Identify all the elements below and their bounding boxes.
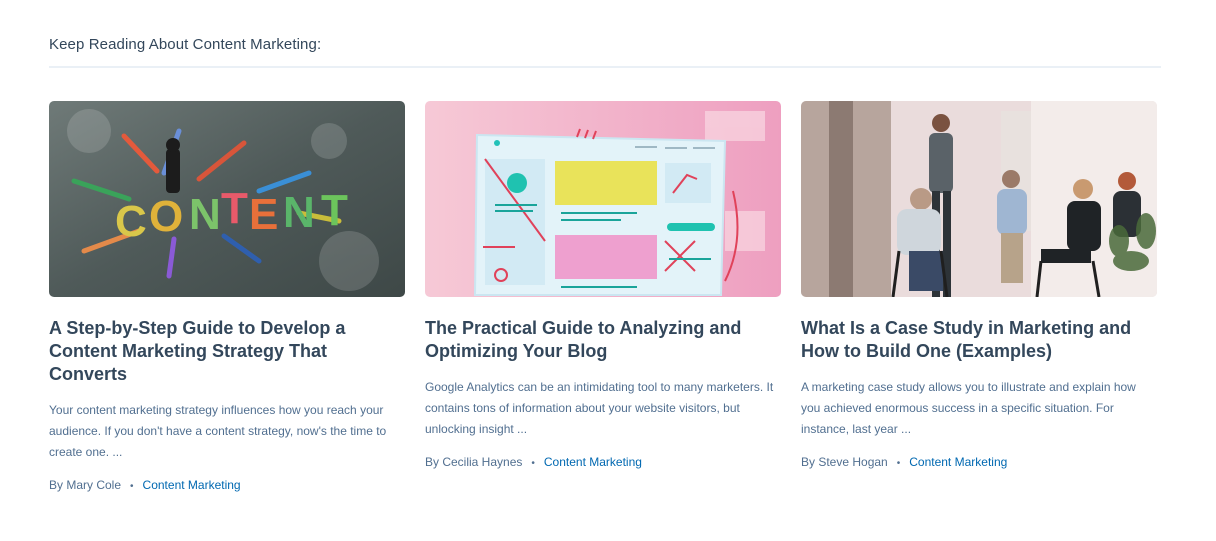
related-posts-section: Keep Reading About Content Marketing: C …	[49, 0, 1161, 541]
post-title-link[interactable]: The Practical Guide to Analyzing and Opt…	[425, 317, 781, 363]
meta-separator: •	[896, 458, 901, 469]
category-link[interactable]: Content Marketing	[544, 455, 642, 469]
post-thumbnail[interactable]	[425, 101, 781, 297]
post-card: The Practical Guide to Analyzing and Opt…	[425, 101, 781, 474]
blog-analytics-illustration	[425, 101, 781, 297]
svg-text:T: T	[221, 184, 248, 233]
post-meta: By Mary Cole • Content Marketing	[49, 475, 405, 497]
post-thumbnail[interactable]: C O N T E N T	[49, 101, 405, 297]
meta-separator: •	[130, 481, 134, 492]
author-name: By Cecilia Haynes	[425, 455, 523, 469]
post-thumbnail[interactable]	[801, 101, 1157, 297]
svg-text:N: N	[189, 190, 221, 239]
svg-text:T: T	[321, 186, 348, 235]
svg-text:O: O	[149, 192, 183, 241]
content-scrabble-image: C O N T E N T	[49, 101, 405, 297]
svg-text:N: N	[283, 188, 315, 237]
divider	[49, 66, 1161, 68]
post-meta: By Steve Hogan • Content Marketing	[801, 452, 1157, 474]
team-meeting-photo	[801, 101, 1157, 297]
post-excerpt: A marketing case study allows you to ill…	[801, 380, 1136, 436]
post-card: What Is a Case Study in Marketing and Ho…	[801, 101, 1157, 474]
svg-text:C: C	[115, 197, 147, 246]
post-title-link[interactable]: A Step-by-Step Guide to Develop a Conten…	[49, 317, 405, 386]
post-excerpt: Your content marketing strategy influenc…	[49, 403, 387, 459]
svg-text:E: E	[249, 190, 278, 239]
meta-separator: •	[531, 458, 535, 469]
author-name: By Mary Cole	[49, 478, 122, 492]
post-title-link[interactable]: What Is a Case Study in Marketing and Ho…	[801, 317, 1157, 363]
post-excerpt: Google Analytics can be an intimidating …	[425, 380, 774, 436]
post-meta: By Cecilia Haynes • Content Marketing	[425, 452, 781, 474]
section-heading: Keep Reading About Content Marketing:	[49, 36, 322, 53]
post-card: C O N T E N T A Step-by-Step Guide to De…	[49, 101, 405, 497]
author-name: By Steve Hogan	[801, 455, 888, 469]
category-link[interactable]: Content Marketing	[909, 455, 1007, 469]
category-link[interactable]: Content Marketing	[143, 478, 241, 492]
